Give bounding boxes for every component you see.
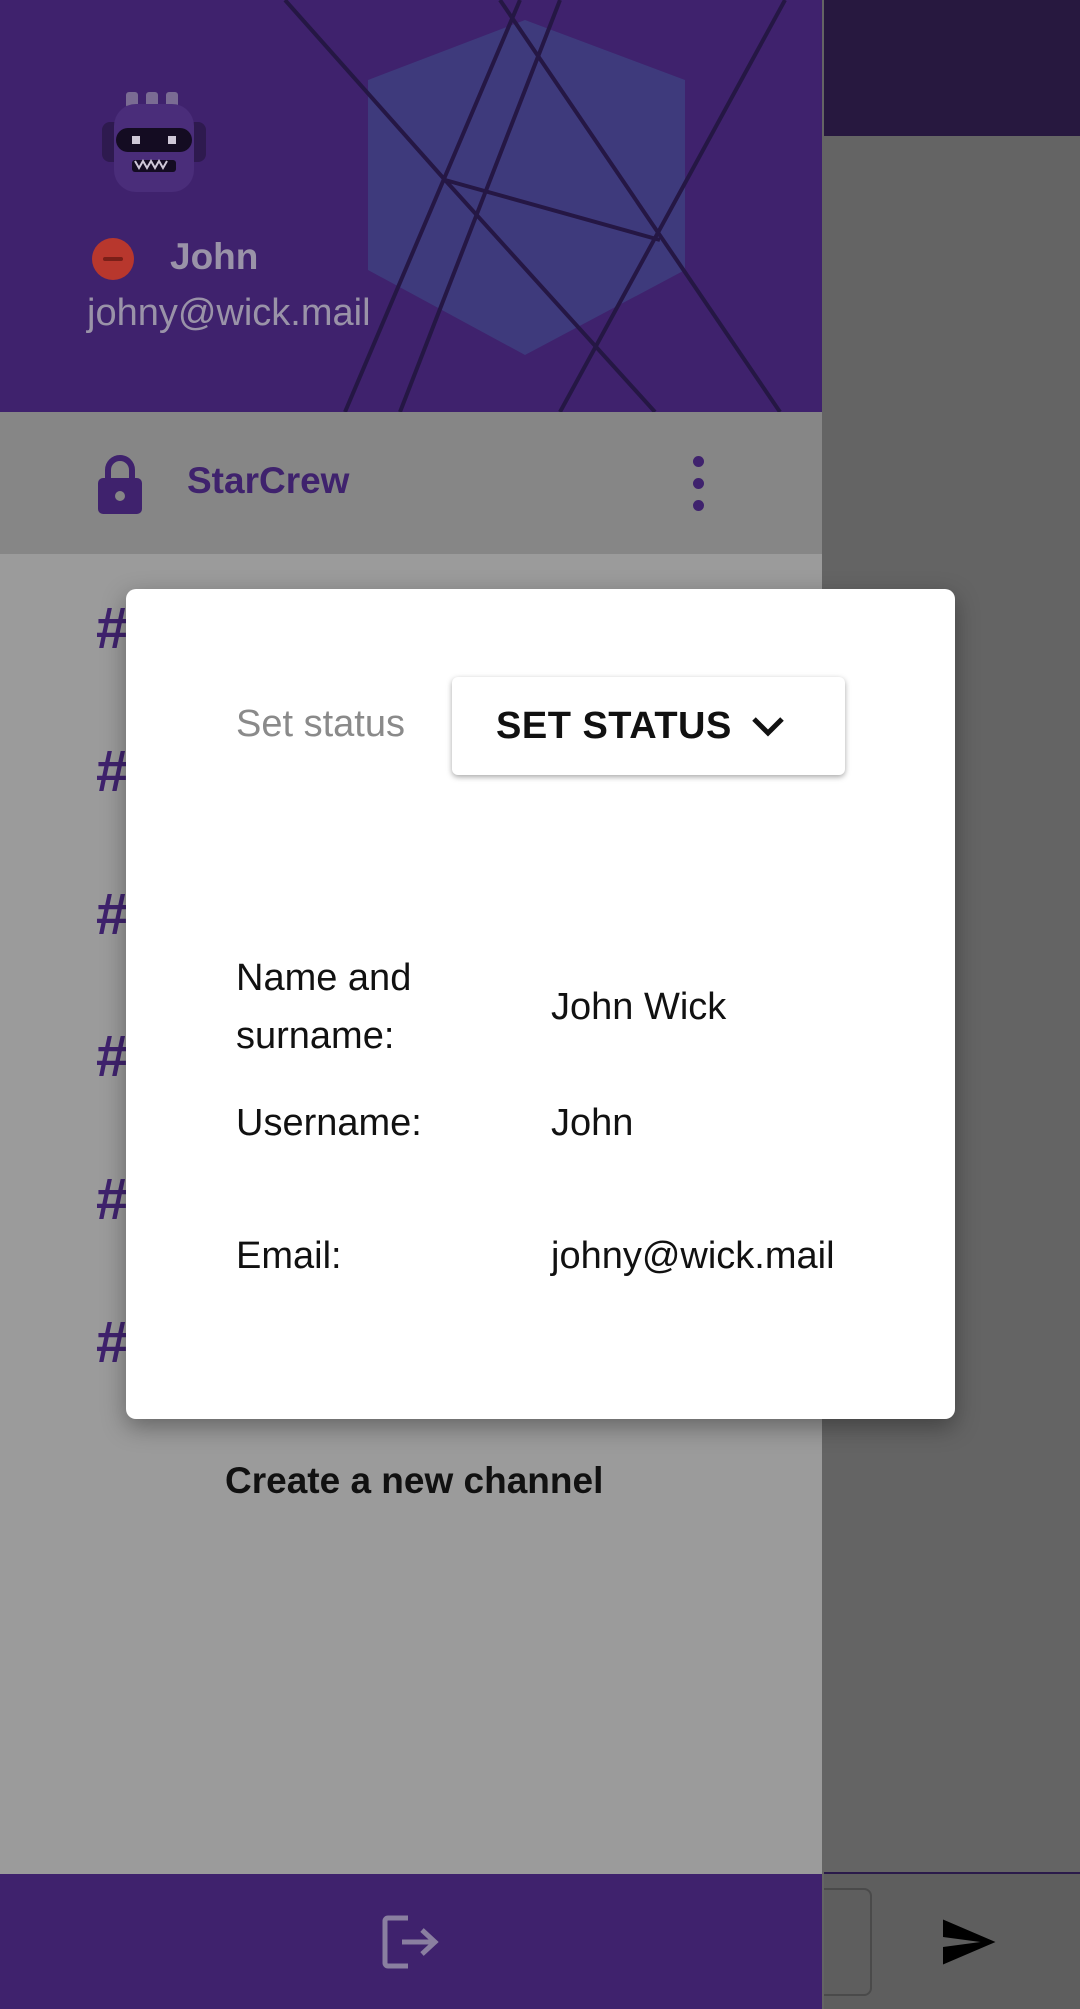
username-label: Username: <box>236 1102 422 1144</box>
profile-dialog: Set status SET STATUS Name and surname: … <box>126 589 955 1419</box>
logout-icon[interactable] <box>382 1914 442 1970</box>
chevron-down-icon <box>752 717 784 737</box>
status-indicator-icon[interactable] <box>92 238 134 280</box>
message-input[interactable] <box>824 1888 872 1996</box>
drawer-footer <box>0 1874 822 2009</box>
set-status-dropdown[interactable]: SET STATUS <box>452 677 845 775</box>
set-status-button-label: SET STATUS <box>496 705 732 747</box>
lock-icon <box>98 455 142 514</box>
create-channel-button[interactable]: Create a new channel <box>225 1460 603 1502</box>
message-composer <box>824 1872 1080 2009</box>
team-name: StarCrew <box>187 460 350 501</box>
avatar[interactable] <box>92 88 216 198</box>
channel-item-6[interactable]: # <box>96 1309 128 1376</box>
user-email: johny@wick.mail <box>87 292 371 334</box>
set-status-label: Set status <box>236 703 405 745</box>
more-vert-icon[interactable] <box>682 454 716 514</box>
header-background-art <box>283 0 787 412</box>
name-surname-value: John Wick <box>551 986 727 1028</box>
channel-item-2[interactable]: # <box>96 738 128 805</box>
user-name: John <box>170 236 259 277</box>
app-top-bar <box>824 0 1080 136</box>
send-icon[interactable] <box>938 1912 998 1972</box>
email-value: johny@wick.mail <box>551 1235 835 1277</box>
drawer-header: John johny@wick.mail <box>0 0 822 412</box>
channel-item-5[interactable]: # <box>96 1166 128 1233</box>
email-label: Email: <box>236 1235 342 1277</box>
channel-item-4[interactable]: # <box>96 1023 128 1090</box>
team-selector[interactable]: StarCrew <box>0 412 822 554</box>
username-value: John <box>551 1102 634 1144</box>
channel-item-3[interactable]: # <box>96 881 128 948</box>
channel-item-1[interactable]: # <box>96 595 128 662</box>
name-surname-label: Name and surname: <box>236 957 412 1057</box>
